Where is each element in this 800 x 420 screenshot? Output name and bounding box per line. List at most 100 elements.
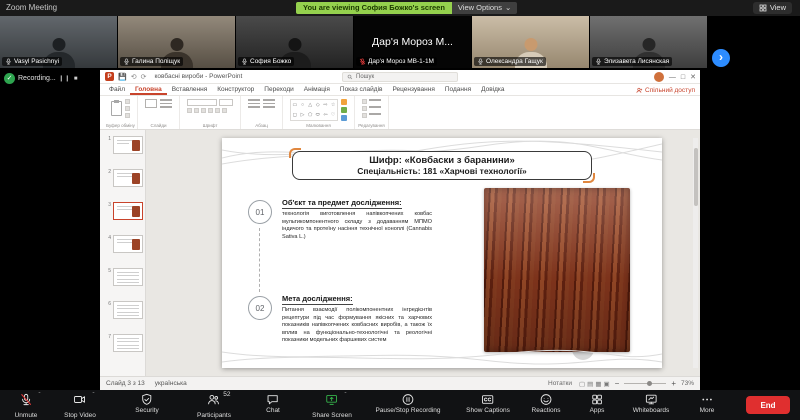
slide-thumbnail-panel[interactable]: 1 2 3 4 5 6 7 xyxy=(100,130,146,376)
slide-thumbnail-selected[interactable]: 3 xyxy=(104,202,143,220)
pause-recording-icon[interactable]: ❙❙ xyxy=(59,75,71,82)
chevron-up-icon[interactable]: ˆ xyxy=(93,393,95,399)
zoom-toolbar: ˆ Unmute ˆ Stop Video Security 52 Partic… xyxy=(0,390,800,420)
slide-heading: Об'єкт та предмет дослідження: xyxy=(282,198,402,209)
close-icon[interactable]: ✕ xyxy=(690,73,696,81)
security-button[interactable]: Security xyxy=(135,393,158,414)
decorative-waves-bottom xyxy=(222,346,662,368)
pause-stop-recording-button[interactable]: Pause/Stop Recording xyxy=(375,393,440,414)
chat-button[interactable]: Chat xyxy=(266,393,280,414)
video-tile[interactable]: Vasyl Pasichnyi xyxy=(0,16,117,68)
slide-canvas[interactable]: Шифр: «Ковбаски з баранини» Спеціальніст… xyxy=(222,138,662,368)
show-captions-button[interactable]: Show Captions xyxy=(466,393,510,414)
mic-icon xyxy=(241,58,248,65)
apps-button[interactable]: Apps xyxy=(590,393,605,414)
language-indicator[interactable]: українська xyxy=(155,380,187,387)
zoom-in-button[interactable]: + xyxy=(671,379,676,388)
stop-recording-icon[interactable]: ■ xyxy=(74,76,79,82)
undo-icon[interactable]: ⟲ xyxy=(131,73,137,81)
minimize-icon[interactable]: — xyxy=(669,74,676,81)
slide-thumbnail[interactable]: 1 xyxy=(104,136,143,154)
slide-thumbnail[interactable]: 4 xyxy=(104,235,143,253)
slide-sorter-icon[interactable]: ▤ xyxy=(587,381,593,388)
video-tile[interactable]: Галина Поліщук xyxy=(118,16,235,68)
video-tile[interactable]: Элизавета Лисянская xyxy=(590,16,707,68)
account-avatar[interactable] xyxy=(654,72,664,82)
slide-thumbnail[interactable]: 7 xyxy=(104,334,143,352)
more-dots-icon xyxy=(701,393,714,406)
shared-screen-powerpoint: P 💾 ⟲ ⟳ ковбасні вироби - PowerPoint Пош… xyxy=(100,70,700,390)
tab-review[interactable]: Рецензування xyxy=(387,84,439,95)
video-tile[interactable]: Олександра Гащук xyxy=(472,16,589,68)
more-button[interactable]: More xyxy=(700,393,715,414)
ribbon-group-drawing[interactable]: ▭○△◇⇨☆ ◻▷⬠⬭⇦♡ Малювання xyxy=(283,96,355,129)
tab-insert[interactable]: Вставлення xyxy=(167,84,213,95)
corner-accent-icon xyxy=(289,148,301,158)
stop-video-button[interactable]: ˆ Stop Video xyxy=(64,393,96,419)
participant-name-tag: София Божко xyxy=(238,57,294,66)
zoom-out-button[interactable]: − xyxy=(615,379,620,388)
reactions-button[interactable]: Reactions xyxy=(532,393,561,414)
smiley-icon xyxy=(540,393,553,406)
next-participants-button[interactable]: › xyxy=(712,49,730,67)
unmute-button[interactable]: ˆ Unmute xyxy=(15,393,38,419)
notes-button[interactable]: Нотатки xyxy=(548,380,572,387)
ppt-workspace: 1 2 3 4 5 6 7 Шифр: «Ковбаски з бара xyxy=(100,130,700,376)
end-meeting-button[interactable]: End xyxy=(746,396,790,414)
camera-icon xyxy=(74,393,87,406)
item-number-badge: 02 xyxy=(248,296,272,320)
view-options-button[interactable]: View Options⌄ xyxy=(452,2,517,14)
paste-icon xyxy=(111,101,122,116)
tab-transitions[interactable]: Переходи xyxy=(259,84,298,95)
view-button[interactable]: View xyxy=(753,2,792,14)
participant-strip: Vasyl Pasichnyi Галина Поліщук София Бож… xyxy=(0,16,800,68)
zoom-level[interactable]: 73% xyxy=(681,380,694,387)
share-button[interactable]: Спільний доступ xyxy=(636,84,695,96)
slide-counter: Слайд 3 з 13 xyxy=(106,380,145,387)
normal-view-icon[interactable]: ▢ xyxy=(579,381,585,388)
shape-fill-icon xyxy=(341,115,347,121)
viewing-banner: You are viewing София Божко's screen Vie… xyxy=(296,2,517,14)
slide-title-line1: Шифр: «Ковбаски з баранини» xyxy=(297,155,587,166)
slide-thumbnail[interactable]: 5 xyxy=(104,268,143,286)
participants-icon xyxy=(208,393,221,406)
tab-animations[interactable]: Анімація xyxy=(299,84,335,95)
whiteboards-button[interactable]: Whiteboards xyxy=(633,393,670,414)
ribbon-group-editing[interactable]: Редагування xyxy=(355,96,389,129)
redo-icon[interactable]: ⟳ xyxy=(141,73,147,81)
slide-title-line2: Спеціальність: 181 «Харчові технології» xyxy=(297,166,587,176)
video-tile-active-speaker[interactable]: София Божко xyxy=(236,16,353,68)
reading-view-icon[interactable]: ▦ xyxy=(595,381,601,388)
ribbon-group-font[interactable]: Шрифт xyxy=(180,96,241,129)
tab-slideshow[interactable]: Показ слайдів xyxy=(335,84,388,95)
zoom-slider[interactable] xyxy=(624,383,666,384)
chevron-up-icon[interactable]: ˆ xyxy=(38,393,40,399)
save-icon[interactable]: 💾 xyxy=(118,73,127,81)
slideshow-icon[interactable]: ▣ xyxy=(603,381,609,388)
tab-home[interactable]: Головна xyxy=(130,84,167,95)
chevron-up-icon[interactable]: ˆ xyxy=(345,393,347,399)
participant-name-tag: Vasyl Pasichnyi xyxy=(2,57,62,66)
ribbon-group-slides[interactable]: Слайди xyxy=(138,96,180,129)
ppt-search-box[interactable]: Пошук xyxy=(342,72,458,82)
dashed-connector xyxy=(259,228,260,292)
share-screen-button[interactable]: ˆ Share Screen xyxy=(312,393,352,419)
video-tile-camera-off[interactable]: Дар'я Мороз М... Дар'я Мороз МВ-1-1М xyxy=(354,16,471,68)
slide-heading: Мета дослідження: xyxy=(282,294,353,305)
ppt-title-bar: P 💾 ⟲ ⟳ ковбасні вироби - PowerPoint Пош… xyxy=(100,70,700,84)
tab-view[interactable]: Подання xyxy=(440,84,476,95)
participant-name-tag: Галина Поліщук xyxy=(120,57,183,66)
tab-help[interactable]: Довідка xyxy=(476,84,509,95)
recording-indicator: ✓ Recording... ❙❙ ■ xyxy=(4,73,78,84)
slide-thumbnail[interactable]: 6 xyxy=(104,301,143,319)
maximize-icon[interactable]: □ xyxy=(681,74,685,81)
mic-icon xyxy=(123,58,130,65)
participants-button[interactable]: 52 Participants xyxy=(197,393,231,419)
vertical-scrollbar[interactable] xyxy=(693,138,698,368)
ribbon-group-clipboard[interactable]: Буфер обміну xyxy=(104,96,138,129)
tab-file[interactable]: Файл xyxy=(104,84,130,95)
shapes-gallery: ▭○△◇⇨☆ ◻▷⬠⬭⇦♡ xyxy=(290,99,338,121)
tab-design[interactable]: Конструктор xyxy=(212,84,259,95)
slide-thumbnail[interactable]: 2 xyxy=(104,169,143,187)
ribbon-group-paragraph[interactable]: Абзац xyxy=(241,96,283,129)
